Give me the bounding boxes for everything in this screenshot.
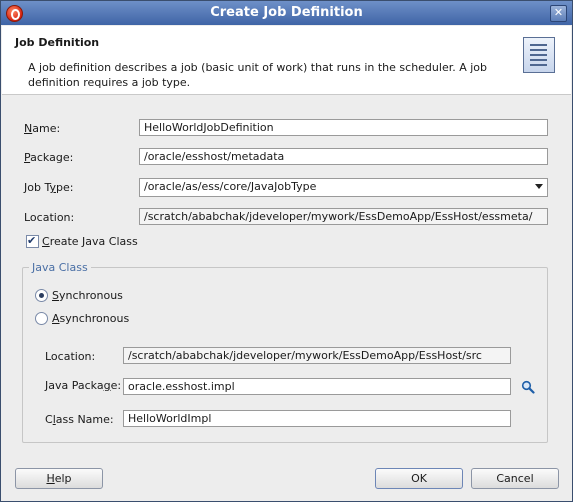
java-package-field[interactable]: oracle.esshost.impl: [123, 378, 511, 395]
dialog-window: Create Job Definition ✕ Job Definition A…: [0, 0, 573, 502]
name-field[interactable]: HelloWorldJobDefinition: [139, 119, 548, 136]
job-type-select[interactable]: /oracle/as/ess/core/JavaJobType: [139, 178, 548, 197]
header-panel: Job Definition A job definition describe…: [2, 26, 571, 95]
location-field[interactable]: /scratch/ababchak/jdeveloper/mywork/EssD…: [139, 208, 548, 225]
java-package-label: Java Package:: [45, 379, 122, 392]
location-label: Location:: [24, 211, 75, 224]
chevron-down-icon: [535, 184, 543, 189]
close-icon[interactable]: ✕: [550, 5, 567, 22]
cancel-button[interactable]: Cancel: [471, 468, 559, 489]
class-location-field[interactable]: /scratch/ababchak/jdeveloper/mywork/EssD…: [123, 347, 511, 364]
java-class-legend: Java Class: [29, 261, 91, 274]
class-name-label: Class Name:: [45, 413, 114, 426]
window-title: Create Job Definition: [210, 5, 363, 20]
class-name-field[interactable]: HelloWorldImpl: [123, 410, 511, 427]
asynchronous-radio[interactable]: [35, 312, 48, 325]
package-label: Package:: [24, 151, 74, 164]
title-bar: Create Job Definition ✕: [1, 1, 572, 25]
create-java-class-label: Create Java Class: [42, 235, 138, 248]
job-type-value: /oracle/as/ess/core/JavaJobType: [144, 180, 317, 193]
synchronous-label: Synchronous: [52, 289, 123, 302]
magnifier-icon[interactable]: [521, 380, 535, 394]
name-label: Name:: [24, 122, 61, 135]
document-list-icon: [523, 37, 555, 73]
help-button[interactable]: Help: [15, 468, 103, 489]
package-field[interactable]: /oracle/esshost/metadata: [139, 148, 548, 165]
ok-button[interactable]: OK: [375, 468, 463, 489]
asynchronous-label: Asynchronous: [52, 312, 130, 325]
radio-selected-dot: [39, 293, 44, 298]
header-title: Job Definition: [15, 36, 100, 49]
checkmark-icon: ✔: [27, 234, 37, 247]
job-type-label: Job Type:: [24, 181, 74, 194]
synchronous-radio[interactable]: [35, 289, 48, 302]
class-location-label: Location:: [45, 350, 96, 363]
header-description: A job definition describes a job (basic …: [28, 61, 488, 89]
create-java-class-checkbox[interactable]: ✔: [26, 234, 39, 248]
